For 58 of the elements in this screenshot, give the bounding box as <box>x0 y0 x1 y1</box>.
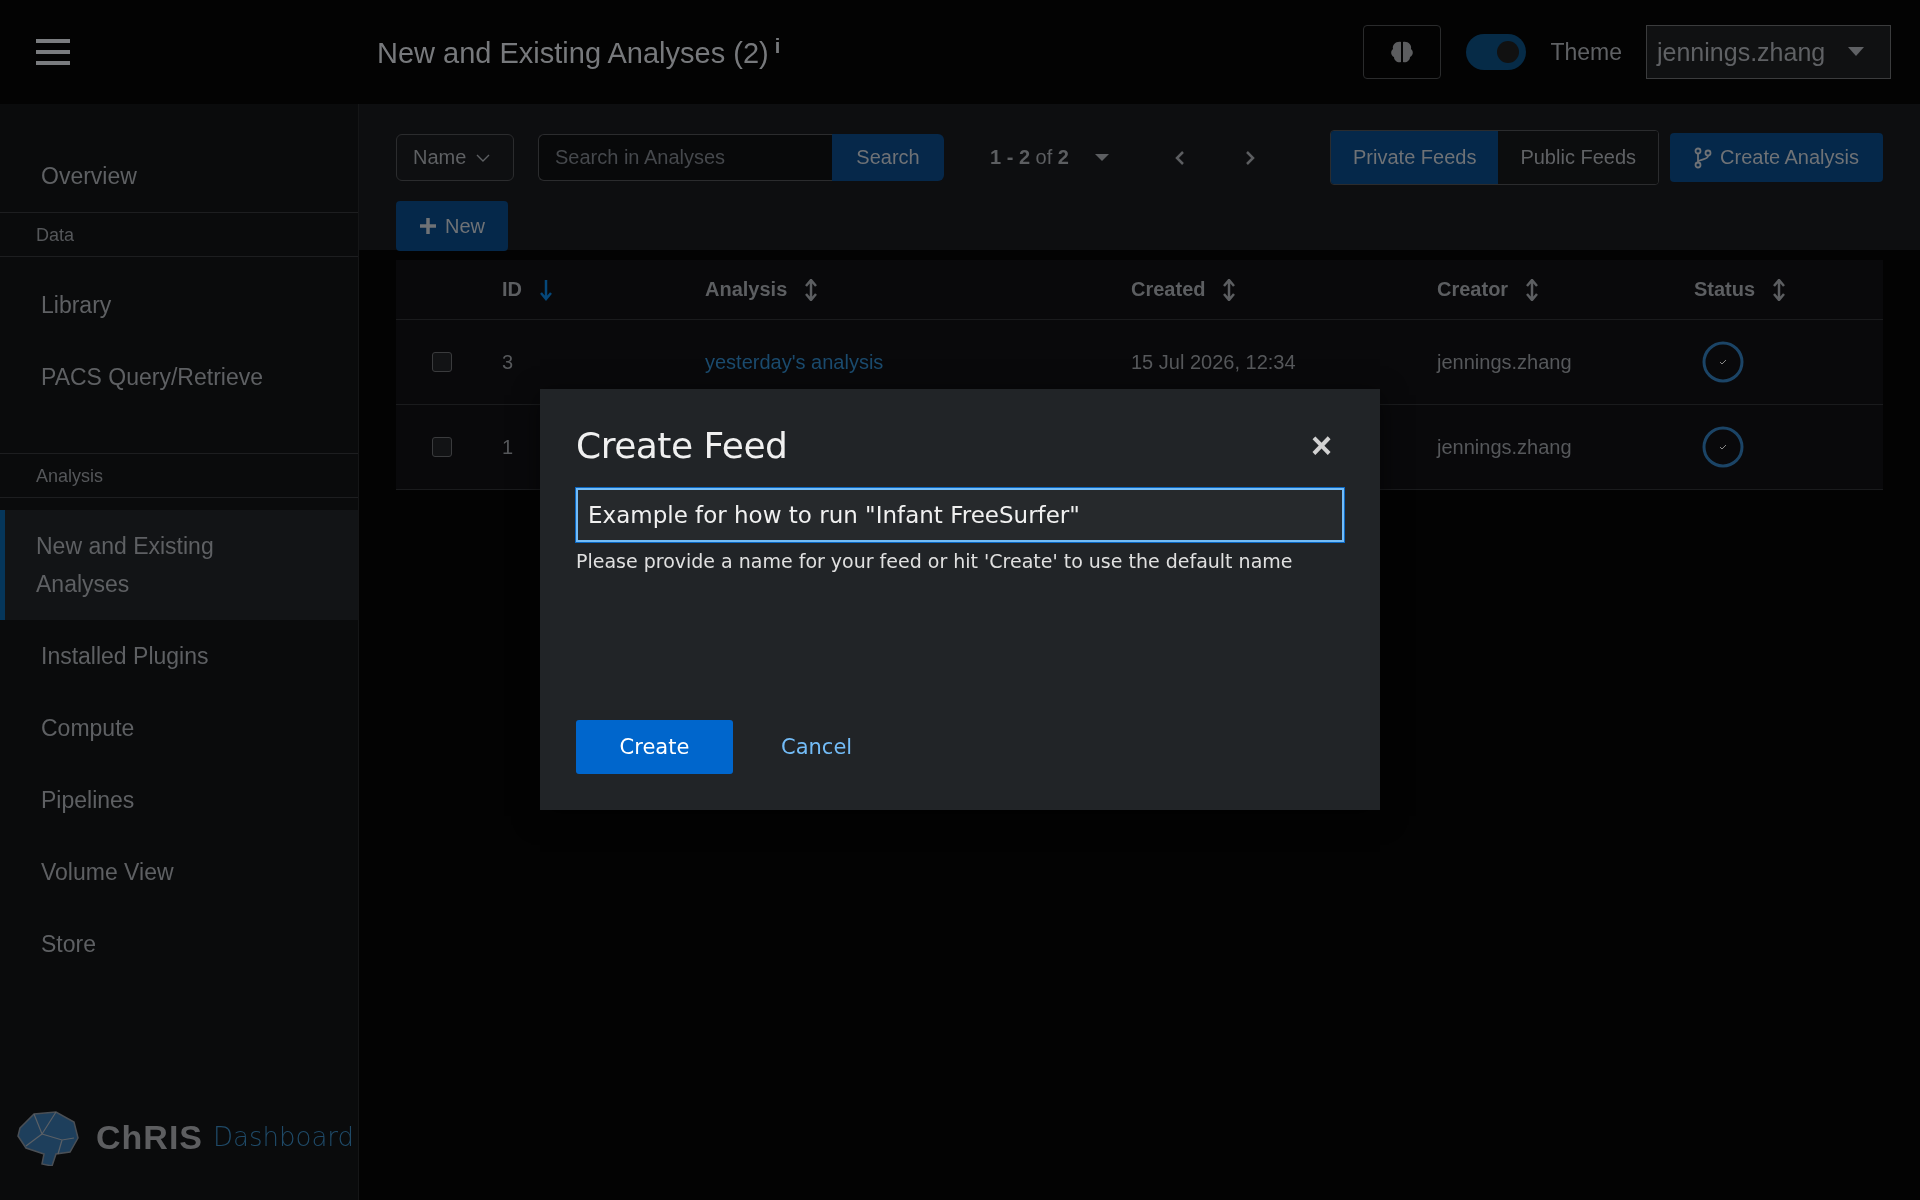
chevron-down-icon <box>476 153 491 162</box>
column-header[interactable]: ID <box>502 278 552 301</box>
filter-dropdown[interactable]: Name <box>396 134 514 181</box>
search-field[interactable]: Search in Analyses <box>538 134 832 181</box>
column-header[interactable]: Status <box>1694 278 1786 301</box>
info-mark[interactable]: i <box>774 34 781 57</box>
column-header[interactable]: Analysis <box>705 278 818 301</box>
theme-label: Theme <box>1550 38 1622 66</box>
branch-icon <box>1694 146 1713 169</box>
id-cell: 3 <box>502 350 514 374</box>
nav-item[interactable]: Volume View <box>0 836 358 908</box>
pagination-range: 1 - 2 of 2 <box>990 146 1069 169</box>
feed-tab[interactable]: Private Feeds <box>1331 131 1499 184</box>
page-title: New and Existing Analyses (2) $^{i}$ <box>377 34 781 70</box>
sort-icon <box>1526 278 1539 301</box>
create-analysis-button[interactable]: Create Analysis <box>1670 133 1883 182</box>
analysis-link[interactable]: yesterday's analysis <box>705 350 884 374</box>
nav-item[interactable]: Overview <box>0 140 358 212</box>
sort-down-icon <box>540 278 552 301</box>
check-circle-icon <box>1702 426 1744 468</box>
nav-item[interactable]: Installed Plugins <box>0 620 358 692</box>
nav-item[interactable]: PACS Query/Retrieve <box>0 341 358 413</box>
user-dropdown[interactable]: jennings.zhang <box>1646 25 1891 79</box>
nav-item[interactable]: New and Existing Analyses <box>0 510 358 620</box>
column-header[interactable]: Creator <box>1437 278 1539 301</box>
logo-product: Dashboard <box>213 1122 355 1152</box>
create-button[interactable]: Create <box>576 720 733 774</box>
sort-icon <box>805 278 818 301</box>
plus-icon <box>419 217 437 235</box>
cancel-link[interactable]: Cancel <box>757 735 877 759</box>
column-header[interactable]: Created <box>1131 278 1236 301</box>
search-button[interactable]: Search <box>832 134 944 181</box>
nav-item[interactable]: Compute <box>0 692 358 764</box>
caret-icon <box>1848 47 1864 57</box>
nav-section-label: Data <box>0 212 358 257</box>
close-button[interactable]: × <box>1298 427 1344 464</box>
brain-button[interactable] <box>1363 25 1442 79</box>
sort-icon <box>1773 278 1786 301</box>
creator-cell: jennings.zhang <box>1437 435 1572 459</box>
sort-icon <box>1223 278 1236 301</box>
brain-icon <box>1389 39 1416 65</box>
nav-section-label: Analysis <box>0 453 358 498</box>
nav-item[interactable]: Library <box>0 269 358 341</box>
creator-cell: jennings.zhang <box>1437 350 1572 374</box>
theme-switch[interactable] <box>1466 34 1527 70</box>
logo-brand: ChRIS <box>96 1117 203 1157</box>
helper-text: Please provide a name for your feed or hit 'Create' to use the default name <box>576 550 1294 572</box>
dialog-title: Create Feed <box>576 425 788 466</box>
check-circle-icon <box>1702 341 1744 383</box>
nav-item[interactable]: Store <box>0 908 358 980</box>
row-checkbox[interactable] <box>432 352 452 372</box>
created-cell: 15 Jul 2026, 12:34 <box>1131 350 1296 374</box>
feed-name-field[interactable]: Example for how to run "Infant FreeSurfer" <box>576 488 1344 542</box>
menu-icon[interactable] <box>36 37 70 67</box>
row-checkbox[interactable] <box>432 437 452 457</box>
new-button[interactable]: New <box>396 201 508 251</box>
nav-item[interactable]: Pipelines <box>0 764 358 836</box>
id-cell: 1 <box>502 435 514 459</box>
